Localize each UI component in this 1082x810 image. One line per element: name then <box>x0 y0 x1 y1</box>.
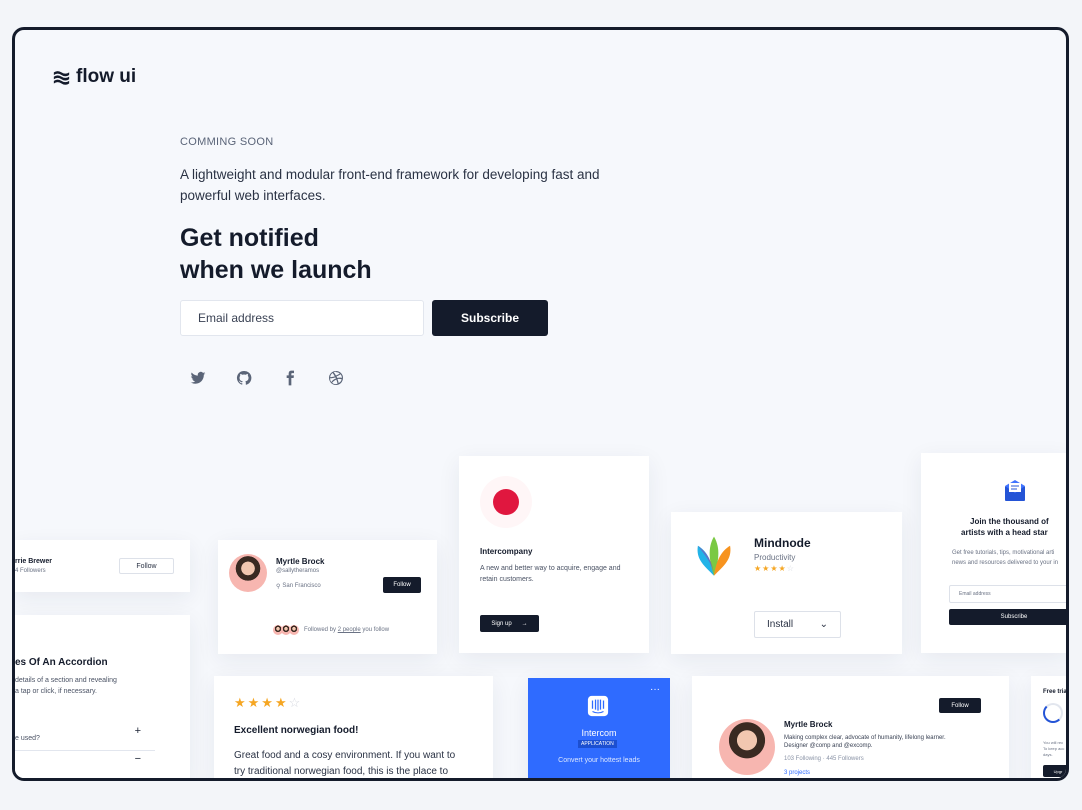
accordion-desc-2: a tap or click, if necessary. <box>15 688 97 695</box>
intercompany-logo <box>480 476 532 528</box>
arrow-right-icon: → <box>521 620 528 627</box>
signup-button[interactable]: Sign up → <box>480 615 539 632</box>
newsletter-desc-2: news and resources delivered to your in <box>952 560 1059 566</box>
profile2-bio-1: Making complex clear, advocate of humani… <box>784 735 946 741</box>
profile-location: ⚲ San Francisco <box>276 583 321 590</box>
location-label: San Francisco <box>282 583 321 589</box>
intercom-logo-icon <box>587 695 609 717</box>
review-card: ★★★★☆ Excellent norwegian food! Great fo… <box>214 676 493 778</box>
user-name: rrie Brewer <box>15 558 52 565</box>
lead-text: A lightweight and modular front-end fram… <box>180 167 600 203</box>
install-label: Install <box>767 619 794 630</box>
twitter-icon[interactable] <box>190 370 206 386</box>
profile2-stats: 103 Following · 445 Followers <box>784 756 864 762</box>
intercompany-card: Intercompany A new and better way to acq… <box>459 456 649 653</box>
chevron-down-icon: ⌄ <box>819 619 828 630</box>
brand-logo[interactable]: flow ui <box>53 66 136 88</box>
accordion-desc-1: details of a section and revealing <box>15 677 117 684</box>
mindnode-logo-icon <box>697 536 731 576</box>
intercompany-desc: A new and better way to acquire, engage … <box>480 565 621 583</box>
notify-form: Email address Subscribe <box>180 300 600 336</box>
profile2-bio-2: Designer @comp and @excomp. <box>784 743 873 749</box>
brand-name: flow ui <box>76 66 137 87</box>
accordion-item-1[interactable]: e used? + <box>15 725 155 751</box>
follow-card-partial: rrie Brewer 4 Followers Follow <box>15 540 190 592</box>
intercom-card: ··· Intercom APPLICATION Convert your ho… <box>528 678 670 778</box>
install-dropdown[interactable]: Install ⌄ <box>754 611 841 638</box>
intercom-title: Intercom <box>581 728 617 738</box>
trial-line-2: To keep acc <box>1043 746 1065 751</box>
avatar <box>719 719 775 775</box>
star-rating: ★★★★☆ <box>754 564 795 573</box>
profile2-name: Myrtle Brock <box>784 720 833 729</box>
headline: Get notified when we launch <box>180 222 600 286</box>
review-body-2: try traditional norwegian food, this is … <box>234 766 449 777</box>
plus-icon: + <box>134 725 141 737</box>
intercompany-title: Intercompany <box>480 547 533 556</box>
accordion-title: es Of An Accordion <box>15 657 108 668</box>
newsletter-subscribe-button[interactable]: Subscribe <box>949 609 1066 625</box>
intercom-badge: APPLICATION <box>578 740 617 748</box>
github-icon[interactable] <box>236 370 252 386</box>
accordion-card: es Of An Accordion details of a section … <box>15 615 190 778</box>
follow-button[interactable]: Follow <box>939 698 981 713</box>
profile2-projects[interactable]: 3 projects <box>784 770 810 776</box>
trial-line-1: You will rec <box>1043 740 1064 745</box>
followed-by: Followed by 2 people you follow <box>273 625 389 635</box>
follow-button[interactable]: Follow <box>119 558 174 574</box>
facebook-icon[interactable] <box>282 370 298 386</box>
more-menu-icon[interactable]: ··· <box>650 684 660 695</box>
followers-count: 4 Followers <box>15 568 46 574</box>
headline-line-1: Get notified <box>180 224 319 252</box>
profile-name: Myrtle Brock <box>276 557 325 566</box>
eyebrow-text: COMMING SOON <box>180 136 274 148</box>
progress-ring-icon <box>1043 703 1063 723</box>
subscribe-button[interactable]: Subscribe <box>432 300 548 336</box>
signup-label: Sign up <box>491 620 512 627</box>
app-window: flow ui COMMING SOON A lightweight and m… <box>12 27 1069 781</box>
followed-link[interactable]: 2 people <box>338 627 361 633</box>
red-dot-icon <box>493 489 519 515</box>
mini-avatars <box>273 625 299 635</box>
upgrade-button[interactable]: Upgr <box>1043 765 1066 777</box>
mindnode-category: Productivity <box>754 553 796 562</box>
intercom-desc: Convert your hottest leads <box>558 757 640 764</box>
newsletter-card: Join the thousand of artists with a head… <box>921 453 1066 653</box>
location-pin-icon: ⚲ <box>276 584 281 590</box>
mindnode-card: Mindnode Productivity ★★★★☆ Install ⌄ <box>671 512 902 654</box>
headline-line-2: when we launch <box>180 256 372 284</box>
newsletter-title-1: Join the thousand of <box>970 517 1049 526</box>
envelope-icon <box>1005 480 1025 501</box>
accordion-item-1-label: e used? <box>15 735 40 742</box>
trial-title: Free trial <box>1043 689 1069 695</box>
trial-card: Free trial You will rec To keep acc days… <box>1031 676 1069 778</box>
logo-waves-icon <box>53 70 70 85</box>
dribbble-icon[interactable] <box>328 370 344 386</box>
trial-line-3: days. <box>1043 752 1053 757</box>
newsletter-email-input[interactable]: Email address <box>949 585 1066 603</box>
review-title: Excellent norwegian food! <box>234 725 359 736</box>
follow-button[interactable]: Follow <box>383 577 421 593</box>
followed-prefix: Followed by <box>304 627 338 633</box>
followed-suffix: you follow <box>360 627 390 633</box>
review-stars: ★★★★☆ <box>234 695 303 710</box>
profile-card-wide: Follow Myrtle Brock Making complex clear… <box>692 676 1009 778</box>
review-body-1: Great food and a cosy environment. If yo… <box>234 750 456 761</box>
profile-handle: @sallytheramos <box>276 568 320 574</box>
newsletter-title-2: artists with a head star <box>961 528 1048 537</box>
social-links <box>190 370 344 386</box>
avatar <box>229 554 267 592</box>
email-input[interactable]: Email address <box>180 300 424 336</box>
profile-card: Myrtle Brock @sallytheramos ⚲ San Francis… <box>218 540 437 654</box>
accordion-item-2[interactable]: − <box>15 753 155 778</box>
newsletter-desc-1: Get free tutorials, tips, motivational a… <box>952 550 1055 556</box>
minus-icon: − <box>134 753 141 765</box>
hero-section: COMMING SOON A lightweight and modular f… <box>180 136 600 336</box>
mindnode-title: Mindnode <box>754 536 811 550</box>
